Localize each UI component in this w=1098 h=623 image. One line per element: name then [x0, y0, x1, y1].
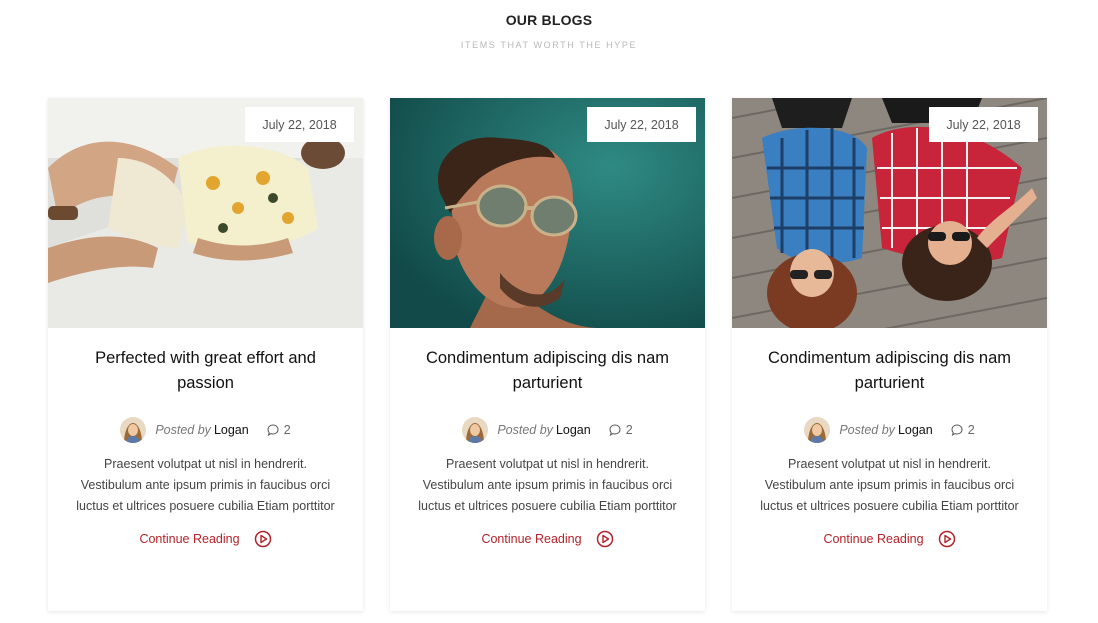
post-meta: Posted by Logan 2 [390, 416, 705, 444]
post-title[interactable]: Perfected with great effort and passion [70, 346, 341, 396]
continue-reading-label: Continue Reading [481, 532, 582, 546]
section-subtitle: ITEMS THAT WORTH THE HYPE [460, 40, 638, 50]
comment-icon [267, 424, 279, 436]
continue-reading-link[interactable]: Continue Reading [48, 530, 363, 548]
play-circle-icon [254, 530, 272, 548]
continue-reading-link[interactable]: Continue Reading [732, 530, 1047, 548]
posted-by-label: Posted by [497, 423, 553, 437]
post-title[interactable]: Condimentum adipiscing dis nam parturien… [412, 346, 683, 396]
posted-by-label: Posted by [839, 423, 895, 437]
continue-reading-label: Continue Reading [139, 532, 240, 546]
author-link[interactable]: Logan [898, 423, 933, 437]
post-excerpt: Praesent volutpat ut nisl in hendrerit. … [760, 457, 1019, 513]
post-excerpt: Praesent volutpat ut nisl in hendrerit. … [76, 457, 335, 513]
posted-by-label: Posted by [155, 423, 211, 437]
comment-count[interactable]: 2 [626, 423, 633, 437]
post-image[interactable]: July 22, 2018 [390, 98, 705, 328]
date-badge: July 22, 2018 [587, 107, 696, 142]
blog-card: July 22, 2018 Perfected with great effor… [48, 98, 363, 611]
date-badge: July 22, 2018 [929, 107, 1038, 142]
avatar [462, 417, 489, 443]
blog-card: July 22, 2018 Condimentum adipiscing dis… [390, 98, 705, 611]
date-badge: July 22, 2018 [245, 107, 354, 142]
post-meta: Posted by Logan 2 [48, 416, 363, 444]
post-image[interactable]: July 22, 2018 [732, 98, 1047, 328]
avatar [804, 417, 831, 443]
author-link[interactable]: Logan [214, 423, 249, 437]
post-image[interactable]: July 22, 2018 [48, 98, 363, 328]
avatar [120, 417, 147, 443]
author-link[interactable]: Logan [556, 423, 591, 437]
continue-reading-label: Continue Reading [823, 532, 924, 546]
play-circle-icon [938, 530, 956, 548]
post-meta: Posted by Logan 2 [732, 416, 1047, 444]
post-title[interactable]: Condimentum adipiscing dis nam parturien… [754, 346, 1025, 396]
comment-count[interactable]: 2 [284, 423, 291, 437]
comment-icon [951, 424, 963, 436]
play-circle-icon [596, 530, 614, 548]
continue-reading-link[interactable]: Continue Reading [390, 530, 705, 548]
comment-icon [609, 424, 621, 436]
section-title: OUR BLOGS [505, 12, 593, 28]
blog-card: July 22, 2018 Condimentum adipiscing dis… [732, 98, 1047, 611]
post-excerpt: Praesent volutpat ut nisl in hendrerit. … [418, 457, 677, 513]
comment-count[interactable]: 2 [968, 423, 975, 437]
